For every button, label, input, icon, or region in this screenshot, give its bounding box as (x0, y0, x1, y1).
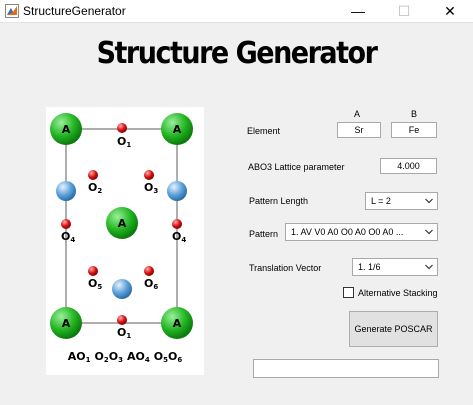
pattern-length-value: L = 2 (371, 196, 391, 206)
generate-poscar-button[interactable]: Generate POSCAR (349, 311, 438, 347)
app-title: Structure Generator (96, 36, 378, 71)
svg-text:A: A (173, 123, 182, 136)
close-icon: ✕ (444, 3, 456, 19)
label-o4-left: O4 (61, 230, 75, 244)
status-output-field[interactable] (253, 359, 439, 378)
element-b-header: B (411, 109, 418, 119)
chevron-down-icon (425, 198, 433, 204)
element-b-input[interactable]: Fe (391, 122, 437, 138)
translation-vector-label: Translation Vector (249, 263, 322, 273)
label-o1-top: O1 (117, 135, 131, 149)
window-title: StructureGenerator (23, 4, 126, 18)
oxygen-atom-o5 (88, 266, 98, 276)
structure-figure: A A A A A O1 O2 O3 O4 O4 O5 O6 O1 AO1 O2O… (46, 107, 204, 375)
element-a-input[interactable]: Sr (337, 122, 381, 138)
pattern-length-label: Pattern Length (249, 196, 309, 206)
oxygen-atom-o1-top (117, 123, 127, 133)
translation-vector-value: 1. 1/6 (358, 262, 381, 272)
a-site-atom: A (50, 307, 82, 339)
oxygen-atom-o4-left (61, 219, 71, 229)
perovskite-structure-diagram: A A A A A O1 O2 O3 O4 O4 O5 O6 O1 AO1 O2O… (50, 113, 193, 364)
a-site-atom: A (161, 307, 193, 339)
label-o1-bottom: O1 (117, 326, 131, 340)
pattern-length-dropdown[interactable]: L = 2 (365, 192, 438, 210)
matlab-app-icon (5, 4, 19, 18)
oxygen-atom-o4-right (172, 219, 182, 229)
chevron-down-icon (425, 229, 433, 235)
pattern-label: Pattern (249, 229, 279, 239)
svg-text:A: A (118, 217, 127, 230)
a-site-atom: A (161, 113, 193, 145)
label-o6: O6 (144, 277, 158, 291)
element-label: Element (247, 126, 281, 136)
svg-text:A: A (62, 123, 71, 136)
b-site-atom (167, 181, 187, 201)
maximize-icon: ☐ (397, 3, 411, 19)
pattern-value: 1. AV V0 A0 O0 A0 O0 A0 ... (291, 227, 404, 237)
window-titlebar: StructureGenerator — ☐ ✕ (0, 0, 473, 23)
chevron-down-icon (425, 264, 433, 270)
close-button[interactable]: ✕ (427, 0, 473, 22)
oxygen-atom-o2 (88, 170, 98, 180)
pattern-dropdown[interactable]: 1. AV V0 A0 O0 A0 O0 A0 ... (285, 223, 438, 241)
label-o2: O2 (88, 181, 102, 195)
svg-text:A: A (173, 317, 182, 330)
b-site-atom (112, 279, 132, 299)
translation-vector-dropdown[interactable]: 1. 1/6 (352, 258, 438, 276)
minimize-icon: — (351, 3, 365, 19)
lattice-parameter-input[interactable]: 4.000 (380, 158, 437, 174)
alternative-stacking-checkbox[interactable] (343, 287, 354, 298)
a-site-atom: A (50, 113, 82, 145)
label-o4-right: O4 (172, 230, 186, 244)
a-site-atom: A (106, 207, 138, 239)
alternative-stacking-label: Alternative Stacking (358, 288, 438, 298)
lattice-parameter-label: ABO3 Lattice parameter (248, 162, 345, 172)
oxygen-atom-o6 (144, 266, 154, 276)
label-o3: O3 (144, 181, 158, 195)
element-a-header: A (354, 109, 361, 119)
maximize-button[interactable]: ☐ (381, 0, 427, 22)
oxygen-atom-o3 (144, 170, 154, 180)
label-o5: O5 (88, 277, 102, 291)
svg-text:A: A (62, 317, 71, 330)
b-site-atom (56, 181, 76, 201)
oxygen-atom-o1-bottom (117, 315, 127, 325)
structure-caption: AO1 O2O3 AO4 O5O6 (68, 350, 183, 364)
minimize-button[interactable]: — (335, 0, 381, 22)
